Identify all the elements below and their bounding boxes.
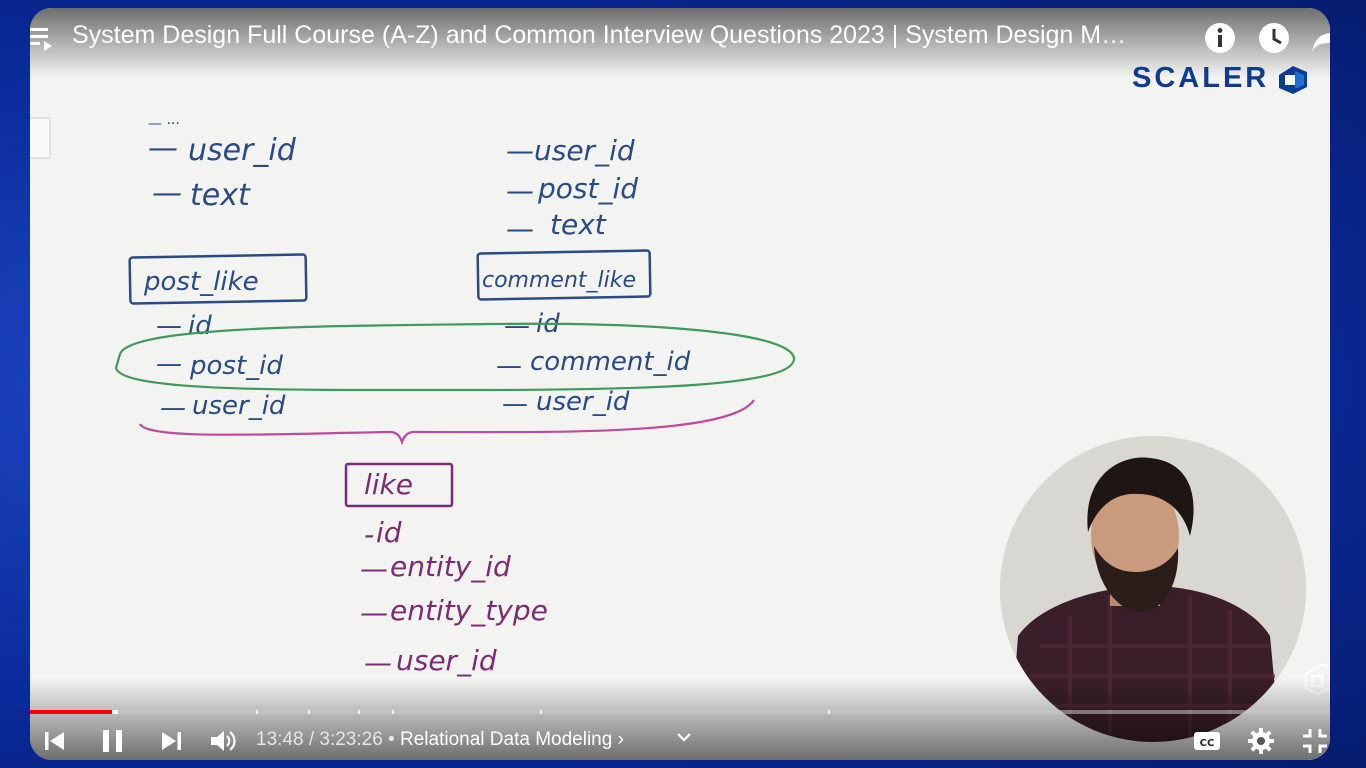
like-field-3: user_id [396,644,497,677]
post-like-field-2: user_id [192,391,286,421]
like-field-2: entity_type [390,594,548,627]
svg-text:—: — [364,646,392,679]
svg-text:CC: CC [1200,738,1215,749]
post-like-field-0: id [188,311,212,341]
svg-text:-: - [364,518,374,551]
video-player[interactable]: — ··· — user_id — text — user_id — post_… [30,8,1330,760]
chapter-arrow-icon[interactable]: › [618,729,624,750]
svg-text:—: — [360,552,388,585]
share-icon[interactable] [1310,20,1330,56]
time-display: 13:48 / 3:23:26 • Relational Data Modeli… [256,729,624,750]
side-panel-tab [30,117,51,159]
info-icon[interactable] [1202,20,1238,56]
gear-icon[interactable] [1246,726,1276,756]
progress-track[interactable] [30,710,1330,714]
exit-fullscreen-icon[interactable] [1300,726,1330,756]
svg-text:—: — [160,393,186,423]
comment-like-field-1: comment_id [530,347,691,377]
post-like-field-1: post_id [189,351,283,381]
svg-text:—: — [506,212,534,245]
right-field-2: text [550,208,607,241]
chapter-marker [308,710,310,714]
volume-icon[interactable] [208,726,238,756]
svg-text:—: — [496,351,522,381]
svg-text:—: — [506,134,534,167]
chapter-marker [358,710,360,714]
logo-text: SCALER [1132,62,1270,94]
playlist-icon[interactable] [30,26,56,52]
partial-text-top: — ··· [148,116,180,132]
like-field-0: id [376,516,402,549]
whiteboard-video-frame: — ··· — user_id — text — user_id — post_… [30,8,1330,760]
current-time: 13:48 [256,729,304,750]
like-title: like [364,468,413,501]
chapter-marker [392,710,394,714]
clock-icon[interactable] [1256,20,1292,56]
scaler-logo: SCALER [1132,62,1309,95]
progress-scrubber[interactable] [112,710,119,714]
like-field-1: entity_id [390,550,511,583]
chapter-marker [540,710,542,714]
left-field-1: text [190,178,251,213]
comment-like-field-2: user_id [536,387,630,417]
chapter-marker [256,710,258,714]
progress-played [30,710,113,714]
page-background: — ··· — user_id — text — user_id — post_… [0,0,1366,768]
like-entity: like - id — entity_id — entity_type — us… [344,462,548,679]
chapter-marker [828,710,830,714]
previous-icon[interactable] [40,726,70,756]
scaler-logo-icon [1279,65,1308,94]
right-field-0: user_id [534,134,635,167]
left-field-0: user_id [188,133,297,168]
post-like-title: post_like [143,267,259,297]
comment-like-title: comment_like [482,268,636,293]
comment-like-entity: comment_like — id — comment_id — user_id [476,249,691,419]
video-title[interactable]: System Design Full Course (A-Z) and Comm… [72,21,1187,50]
svg-text:—: — [360,596,388,629]
next-icon[interactable] [156,726,186,756]
svg-text:—: — [502,389,528,419]
svg-text:—: — [148,131,178,166]
svg-text:—: — [504,311,530,341]
right-field-1: post_id [537,172,638,205]
pause-icon[interactable] [98,726,128,756]
duration: 3:23:26 [319,729,383,750]
svg-text:—: — [152,176,182,211]
right-column-top: — user_id — post_id — text [506,134,638,245]
left-column-top: — user_id — text [148,131,297,213]
captions-icon[interactable]: CC [1192,726,1222,756]
chevron-down-icon[interactable] [674,730,694,746]
chapter-title[interactable]: Relational Data Modeling [400,729,612,750]
svg-text:—: — [156,349,182,379]
svg-text:—: — [506,174,534,207]
